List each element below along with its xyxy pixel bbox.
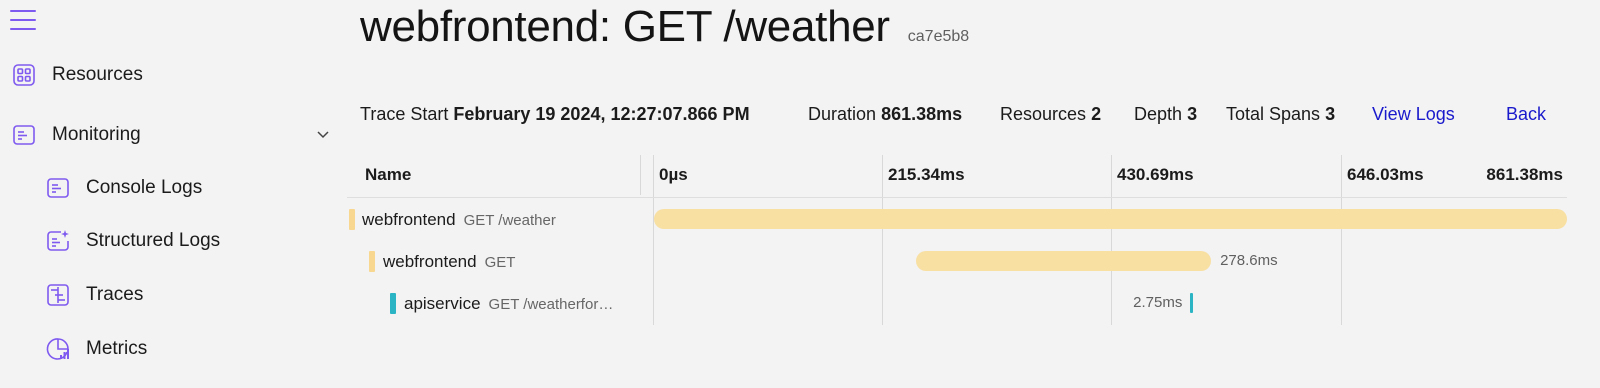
trace-grid: Name 0µs 215.34ms 430.69ms 646.03ms 861.38ms…	[347, 155, 1567, 325]
span-service: webfrontend	[383, 252, 477, 271]
timeline-tick-label: 430.69ms	[1117, 165, 1194, 184]
traces-icon	[46, 283, 70, 307]
sidebar-item-label: Resources	[52, 64, 143, 85]
depth-label: Depth	[1134, 104, 1183, 124]
span-operation: GET	[484, 254, 516, 271]
span-marker	[390, 293, 396, 314]
sidebar-item-label: Structured Logs	[86, 230, 221, 251]
timeline-tick-label: 646.03ms	[1347, 165, 1424, 184]
resources-label: Resources	[1000, 104, 1087, 124]
span-operation: GET /weatherfor…	[488, 296, 614, 313]
span-row[interactable]: apiservice GET /weatherfor… 2.75ms	[347, 282, 1567, 324]
resources-value: 2	[1091, 104, 1102, 124]
span-bar[interactable]	[654, 209, 1567, 229]
sidebar-item-metrics[interactable]: Metrics	[46, 337, 147, 361]
page-header: webfrontend: GET /weather ca7e5b8	[360, 2, 969, 52]
sidebar-item-console-logs[interactable]: Console Logs	[46, 176, 202, 200]
monitor-icon	[12, 123, 36, 147]
timeline-tick-label: 861.38ms	[1486, 165, 1563, 184]
sidebar-item-label: Monitoring	[52, 124, 141, 145]
total-spans: Total Spans 3	[1226, 104, 1335, 125]
sidebar-item-monitoring[interactable]: Monitoring	[12, 123, 141, 147]
total-spans-label: Total Spans	[1226, 104, 1321, 124]
chevron-down-icon[interactable]	[316, 128, 330, 142]
span-marker	[369, 251, 375, 272]
timeline-tick-label: 0µs	[659, 165, 688, 184]
trace-start-label: Trace Start	[360, 104, 449, 124]
span-service: apiservice	[404, 294, 481, 313]
timeline-tick-label: 215.34ms	[888, 165, 965, 184]
sidebar-item-structured-logs[interactable]: Structured Logs	[46, 229, 220, 253]
span-name: webfrontend GET	[383, 252, 515, 272]
span-marker	[349, 209, 355, 230]
trace-start: Trace Start February 19 2024, 12:27:07.8…	[360, 104, 750, 125]
span-duration-label: 278.6ms	[1220, 252, 1278, 269]
back-link[interactable]: Back	[1506, 104, 1546, 125]
span-service: webfrontend	[362, 210, 456, 229]
grid-icon	[12, 63, 36, 87]
span-row[interactable]: webfrontend GET /weather	[347, 198, 1567, 240]
resources-count: Resources 2	[1000, 104, 1101, 125]
span-bar[interactable]	[1190, 293, 1194, 313]
console-logs-icon	[46, 176, 70, 200]
span-bar[interactable]	[915, 251, 1212, 271]
sidebar-item-label: Metrics	[86, 338, 148, 359]
name-column-header: Name	[365, 165, 412, 184]
duration: Duration 861.38ms	[808, 104, 962, 125]
depth-value: 3	[1187, 104, 1198, 124]
trace-id: ca7e5b8	[907, 28, 970, 45]
trace-start-value: February 19 2024, 12:27:07.866 PM	[453, 104, 750, 124]
column-divider	[640, 155, 641, 195]
metrics-icon	[46, 337, 70, 361]
total-spans-value: 3	[1325, 104, 1336, 124]
sidebar-item-label: Traces	[86, 284, 144, 305]
duration-value: 861.38ms	[881, 104, 963, 124]
view-logs-link[interactable]: View Logs	[1372, 104, 1455, 125]
structured-logs-icon	[46, 229, 70, 253]
sidebar-item-label: Console Logs	[86, 177, 203, 198]
span-operation: GET /weather	[463, 212, 556, 229]
span-duration-label: 2.75ms	[1133, 294, 1183, 311]
page-title: webfrontend: GET /weather	[360, 2, 890, 51]
sidebar: Resources Monitoring Console Logs Struct…	[0, 0, 345, 388]
depth: Depth 3	[1134, 104, 1197, 125]
span-name: apiservice GET /weatherfor…	[404, 294, 613, 314]
sidebar-item-resources[interactable]: Resources	[12, 63, 143, 87]
span-row[interactable]: webfrontend GET 278.6ms	[347, 240, 1567, 282]
span-name: webfrontend GET /weather	[362, 210, 556, 230]
duration-label: Duration	[808, 104, 877, 124]
sidebar-item-traces[interactable]: Traces	[46, 283, 143, 307]
menu-icon[interactable]	[10, 10, 36, 32]
